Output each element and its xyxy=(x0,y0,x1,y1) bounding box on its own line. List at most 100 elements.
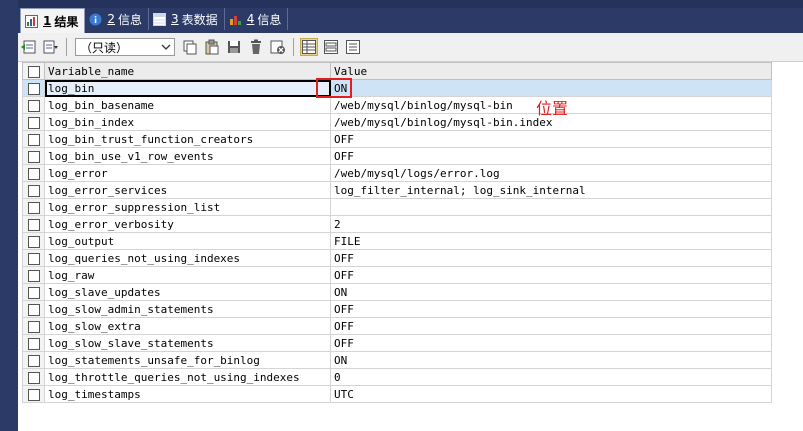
value-cell[interactable]: OFF xyxy=(330,147,772,165)
value-cell[interactable]: ON xyxy=(330,351,772,369)
row-checkbox[interactable] xyxy=(22,317,45,335)
row-checkbox[interactable] xyxy=(22,164,45,182)
table-row[interactable]: log_throttle_queries_not_using_indexes 0 xyxy=(22,368,772,386)
result-grid: Variable_name Value log_bin ON log_bin_bas… xyxy=(22,62,772,403)
variable-name-cell[interactable]: log_error_suppression_list xyxy=(44,198,331,216)
value-cell[interactable]: OFF xyxy=(330,300,772,318)
variable-name-cell[interactable]: log_queries_not_using_indexes xyxy=(44,249,331,267)
tab-info[interactable]: 2 信息 xyxy=(85,8,150,30)
checkbox-icon xyxy=(27,133,40,146)
row-checkbox[interactable] xyxy=(22,113,45,131)
variable-name-cell[interactable]: log_slow_extra xyxy=(44,317,331,335)
save-icon[interactable] xyxy=(225,38,243,56)
value-cell[interactable]: OFF xyxy=(330,130,772,148)
checkbox-icon xyxy=(27,286,40,299)
value-cell[interactable]: log_filter_internal; log_sink_internal xyxy=(330,181,772,199)
variable-name-cell[interactable]: log_bin_use_v1_row_events xyxy=(44,147,331,165)
value-cell[interactable]: OFF xyxy=(330,334,772,352)
value-cell[interactable]: ON xyxy=(330,79,772,97)
row-checkbox[interactable] xyxy=(22,368,45,386)
table-row[interactable]: log_timestamps UTC xyxy=(22,385,772,403)
row-checkbox[interactable] xyxy=(22,351,45,369)
info-chart-icon xyxy=(229,13,242,26)
row-checkbox[interactable] xyxy=(22,181,45,199)
variable-name-cell[interactable]: log_throttle_queries_not_using_indexes xyxy=(44,368,331,386)
column-header-value[interactable]: Value xyxy=(330,62,772,80)
variable-name-cell[interactable]: log_slow_slave_statements xyxy=(44,334,331,352)
row-checkbox[interactable] xyxy=(22,79,45,97)
table-row[interactable]: log_bin_use_v1_row_events OFF xyxy=(22,147,772,165)
value-cell[interactable]: OFF xyxy=(330,266,772,284)
value-cell[interactable]: UTC xyxy=(330,385,772,403)
variable-name-cell[interactable]: log_raw xyxy=(44,266,331,284)
variable-name-cell[interactable]: log_bin_index xyxy=(44,113,331,131)
table-row[interactable]: log_error_services log_filter_internal; l… xyxy=(22,181,772,199)
delete-icon[interactable] xyxy=(247,38,265,56)
variable-name-cell[interactable]: log_error xyxy=(44,164,331,182)
value-cell[interactable]: /web/mysql/logs/error.log xyxy=(330,164,772,182)
checkbox-icon xyxy=(27,320,40,333)
row-checkbox[interactable] xyxy=(22,96,45,114)
value-cell[interactable]: ON xyxy=(330,283,772,301)
row-checkbox[interactable] xyxy=(22,283,45,301)
column-header-variable-name[interactable]: Variable_name xyxy=(44,62,331,80)
table-row[interactable]: log_raw OFF xyxy=(22,266,772,284)
table-row[interactable]: log_bin_trust_function_creators OFF xyxy=(22,130,772,148)
tab-info-2[interactable]: 4 信息 xyxy=(225,8,289,30)
info-icon xyxy=(89,13,102,26)
variable-name-cell[interactable]: log_statements_unsafe_for_binlog xyxy=(44,351,331,369)
value-cell[interactable]: 0 xyxy=(330,368,772,386)
row-checkbox[interactable] xyxy=(22,334,45,352)
mode-select[interactable]: （只读） xyxy=(75,38,175,56)
variable-name-cell[interactable]: log_bin_trust_function_creators xyxy=(44,130,331,148)
variable-name-cell[interactable]: log_bin_basename xyxy=(44,96,331,114)
grid-view-icon[interactable] xyxy=(300,38,318,56)
variable-name-cell[interactable]: log_output xyxy=(44,232,331,250)
value-cell[interactable]: OFF xyxy=(330,249,772,267)
select-all-checkbox[interactable] xyxy=(22,62,45,80)
value-cell[interactable]: FILE xyxy=(330,232,772,250)
table-row[interactable]: log_statements_unsafe_for_binlog ON xyxy=(22,351,772,369)
export-icon[interactable] xyxy=(20,38,38,56)
cancel-icon[interactable] xyxy=(269,38,287,56)
variable-name-cell[interactable]: log_error_services xyxy=(44,181,331,199)
result-grid-icon xyxy=(25,14,38,28)
row-checkbox[interactable] xyxy=(22,300,45,318)
table-row[interactable]: log_error_verbosity 2 xyxy=(22,215,772,233)
paste-icon[interactable] xyxy=(203,38,221,56)
text-view-icon[interactable] xyxy=(344,38,362,56)
table-row[interactable]: log_error_suppression_list xyxy=(22,198,772,216)
copy-icon[interactable] xyxy=(181,38,199,56)
table-row[interactable]: log_slow_extra OFF xyxy=(22,317,772,335)
variable-name-cell[interactable]: log_error_verbosity xyxy=(44,215,331,233)
row-checkbox[interactable] xyxy=(22,249,45,267)
checkbox-icon xyxy=(27,303,40,316)
table-row[interactable]: log_bin_basename/web/mysql/binlog/mysql-… xyxy=(22,96,772,114)
table-row[interactable]: log_slow_admin_statements OFF xyxy=(22,300,772,318)
row-checkbox[interactable] xyxy=(22,232,45,250)
value-cell[interactable]: OFF xyxy=(330,317,772,335)
table-row[interactable]: log_error/web/mysql/logs/error.log xyxy=(22,164,772,182)
row-checkbox[interactable] xyxy=(22,266,45,284)
row-checkbox[interactable] xyxy=(22,147,45,165)
form-view-icon[interactable] xyxy=(322,38,340,56)
row-checkbox[interactable] xyxy=(22,198,45,216)
table-row[interactable]: log_queries_not_using_indexes OFF xyxy=(22,249,772,267)
tab-results[interactable]: 1 结果 xyxy=(20,8,86,33)
variable-name-cell[interactable]: log_slave_updates xyxy=(44,283,331,301)
variable-name-cell[interactable]: log_slow_admin_statements xyxy=(44,300,331,318)
variable-name-cell[interactable]: log_timestamps xyxy=(44,385,331,403)
tab-table-data[interactable]: 3 表数据 xyxy=(149,8,225,30)
table-row[interactable]: log_slave_updates ON xyxy=(22,283,772,301)
table-row[interactable]: log_bin_index/web/mysql/binlog/mysql-bin… xyxy=(22,113,772,131)
value-cell[interactable]: 2 xyxy=(330,215,772,233)
table-row[interactable]: log_slow_slave_statements OFF xyxy=(22,334,772,352)
row-checkbox[interactable] xyxy=(22,130,45,148)
row-checkbox[interactable] xyxy=(22,215,45,233)
import-dropdown-icon[interactable] xyxy=(42,38,60,56)
row-checkbox[interactable] xyxy=(22,385,45,403)
value-cell[interactable] xyxy=(330,198,772,216)
variable-name-cell[interactable]: log_bin xyxy=(44,79,331,97)
table-row[interactable]: log_bin ON xyxy=(22,79,772,97)
table-row[interactable]: log_output FILE xyxy=(22,232,772,250)
